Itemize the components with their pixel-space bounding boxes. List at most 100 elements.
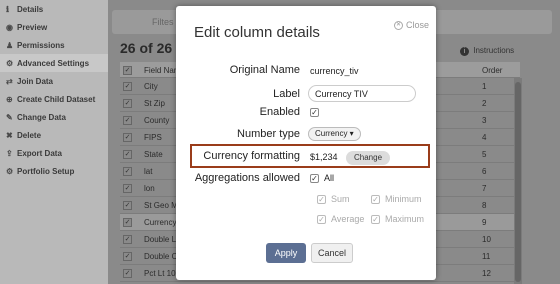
maximum-label: Maximum [385, 214, 425, 224]
info-icon: i [460, 47, 469, 56]
row-checkbox[interactable]: ✓ [123, 116, 132, 125]
sidebar-item-label: Join Data [17, 76, 54, 86]
people-icon: ♟ [6, 40, 14, 50]
sidebar-item-export-data[interactable]: ⇪ Export Data [0, 144, 108, 162]
order-cell: 6 [482, 167, 487, 176]
field-name-cell: St Geo M [144, 201, 178, 210]
field-name-cell: County [144, 116, 170, 125]
label-input[interactable] [308, 85, 416, 102]
change-button[interactable]: Change [346, 151, 391, 165]
close-label: Close [406, 20, 430, 30]
currency-formatting-value: $1,234 [310, 152, 338, 162]
close-icon: ✕ [394, 20, 403, 30]
sidebar-item-advanced-settings[interactable]: ⚙ Advanced Settings [0, 54, 108, 72]
column-header-field-name: Field Nam [144, 66, 181, 75]
original-name-label: Original Name [229, 64, 300, 76]
export-icon: ⇪ [6, 148, 13, 158]
average-checkbox[interactable]: ✓ [317, 215, 326, 224]
page-heading: 26 of 26 fi [120, 40, 185, 56]
gear-icon: ⚙ [6, 58, 14, 68]
sidebar-item-label: Export Data [17, 148, 62, 158]
sidebar-item-portfolio-setup[interactable]: ⚙ Portfolio Setup [0, 162, 108, 180]
sidebar-item-details[interactable]: ℹ Details [0, 0, 108, 18]
sidebar-item-label: Change Data [17, 112, 66, 122]
sidebar: ℹ Details ◉ Preview ♟ Permissions ⚙ Advanced Se… [0, 0, 108, 284]
sidebar-item-label: Permissions [17, 40, 65, 50]
child-dataset-icon: ⊕ [6, 94, 13, 104]
enabled-checkbox[interactable]: ✓ [310, 108, 319, 117]
apply-button[interactable]: Apply [266, 243, 306, 263]
row-checkbox[interactable]: ✓ [123, 184, 132, 193]
order-cell: 9 [482, 218, 487, 227]
sidebar-item-label: Create Child Dataset [17, 94, 96, 104]
edit-column-modal: Edit column details ✕ Close Original Nam… [176, 6, 436, 280]
row-checkbox[interactable]: ✓ [123, 99, 132, 108]
enabled-label: Enabled [259, 106, 300, 118]
sidebar-item-create-child-dataset[interactable]: ⊕ Create Child Dataset [0, 90, 108, 108]
order-cell: 1 [482, 82, 487, 91]
all-checkbox[interactable]: ✓ [310, 174, 319, 183]
order-cell: 11 [482, 252, 491, 261]
row-checkbox[interactable]: ✓ [123, 201, 132, 210]
delete-icon: ✖ [6, 130, 13, 140]
field-name-cell: City [144, 82, 158, 91]
column-header-order: Order [482, 66, 503, 75]
all-label: All [324, 173, 335, 183]
sidebar-item-join-data[interactable]: ⇄ Join Data [0, 72, 108, 90]
row-checkbox[interactable]: ✓ [123, 82, 132, 91]
sidebar-item-label: Delete [17, 130, 42, 140]
close-button[interactable]: ✕ Close [394, 20, 429, 30]
row-checkbox[interactable]: ✓ [123, 133, 132, 142]
field-name-cell: St Zip [144, 99, 165, 108]
order-cell: 3 [482, 116, 487, 125]
order-cell: 8 [482, 201, 487, 210]
sum-checkbox[interactable]: ✓ [317, 195, 326, 204]
scrollbar-thumb[interactable] [515, 82, 521, 282]
join-icon: ⇄ [6, 76, 13, 86]
sidebar-item-label: Details [17, 4, 44, 14]
label-label: Label [273, 88, 300, 100]
row-checkbox[interactable]: ✓ [123, 269, 132, 278]
field-name-cell: Currency [144, 218, 177, 227]
sidebar-item-label: Preview [17, 22, 48, 32]
tab-filters[interactable]: Filtes [152, 17, 174, 27]
field-name-cell: Double L [144, 235, 177, 244]
row-checkbox[interactable]: ✓ [123, 150, 132, 159]
sidebar-item-label: Portfolio Setup [17, 166, 75, 176]
change-icon: ✎ [6, 112, 13, 122]
order-cell: 2 [482, 99, 487, 108]
number-type-label: Number type [237, 128, 300, 140]
row-checkbox[interactable]: ✓ [123, 235, 132, 244]
order-cell: 7 [482, 184, 487, 193]
field-name-cell: Double C [144, 252, 178, 261]
cancel-button[interactable]: Cancel [311, 243, 353, 263]
number-type-select[interactable]: Currency ▾ [308, 127, 361, 141]
field-name-cell: FIPS [144, 133, 162, 142]
field-name-cell: Pct Lt 10 [144, 269, 176, 278]
maximum-checkbox[interactable]: ✓ [371, 215, 380, 224]
eye-icon: ◉ [6, 22, 13, 32]
field-name-cell: State [144, 150, 163, 159]
row-checkbox[interactable]: ✓ [123, 167, 132, 176]
sidebar-item-delete[interactable]: ✖ Delete [0, 126, 108, 144]
sidebar-item-change-data[interactable]: ✎ Change Data [0, 108, 108, 126]
modal-title: Edit column details [194, 24, 320, 41]
aggregations-label: Aggregations allowed [194, 172, 300, 184]
minimum-label: Minimum [385, 194, 422, 204]
order-cell: 10 [482, 235, 491, 244]
instructions-link[interactable]: i Instructions [460, 46, 514, 56]
sidebar-item-permissions[interactable]: ♟ Permissions [0, 36, 108, 54]
sidebar-item-preview[interactable]: ◉ Preview [0, 18, 108, 36]
row-checkbox[interactable]: ✓ [123, 252, 132, 261]
info-icon: ℹ [6, 4, 10, 14]
sidebar-item-label: Advanced Settings [17, 58, 90, 68]
field-name-cell: lon [144, 184, 155, 193]
order-cell: 4 [482, 133, 487, 142]
field-name-cell: lat [144, 167, 153, 176]
portfolio-icon: ⚙ [6, 166, 14, 176]
row-checkbox[interactable]: ✓ [123, 218, 132, 227]
minimum-checkbox[interactable]: ✓ [371, 195, 380, 204]
select-all-checkbox[interactable]: ✓ [123, 66, 132, 75]
sum-label: Sum [331, 194, 350, 204]
instructions-label: Instructions [473, 46, 515, 55]
